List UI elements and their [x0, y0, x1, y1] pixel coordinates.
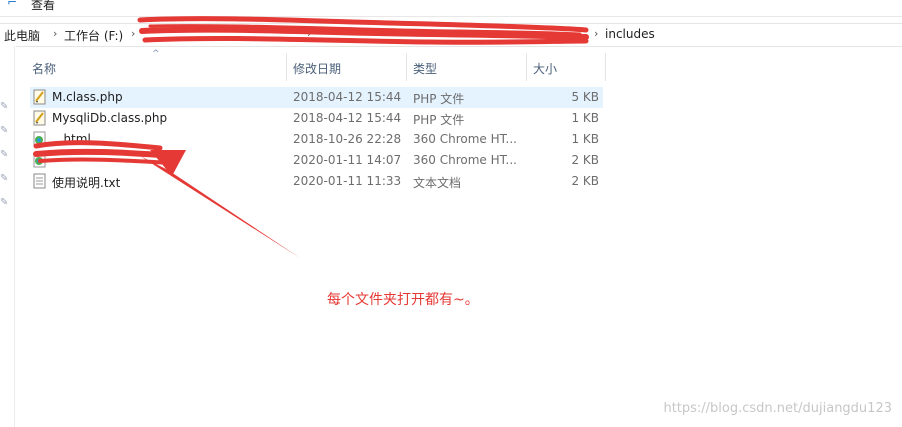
red-redaction-scribble	[33, 16, 589, 258]
annotation-text: 每个文件夹打开都有~。	[327, 292, 479, 308]
watermark: https://blog.csdn.net/dujiangdu123	[663, 401, 892, 416]
